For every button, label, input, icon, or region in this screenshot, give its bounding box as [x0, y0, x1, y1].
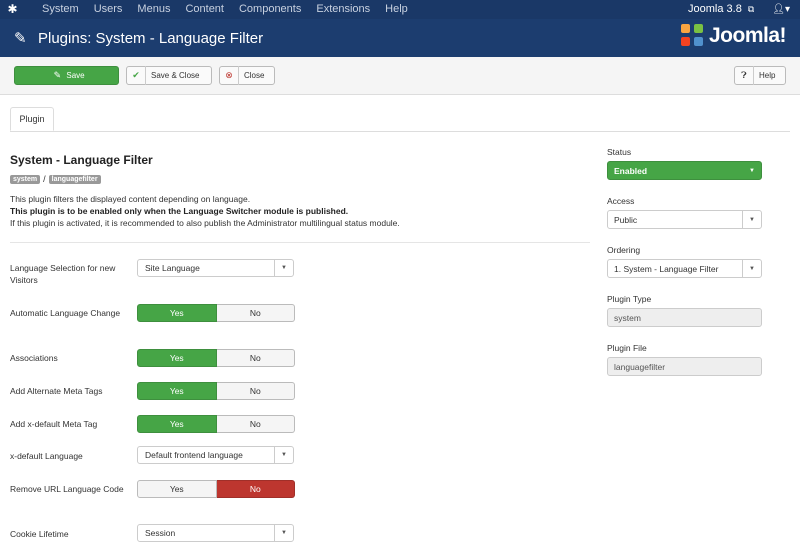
remove-url-code-toggle: Yes No: [137, 480, 295, 498]
alt-meta-toggle: Yes No: [137, 382, 295, 400]
menu-help[interactable]: Help: [385, 3, 408, 15]
description-line-1: This plugin filters the displayed conten…: [10, 194, 251, 204]
joomla-brand-icon: [680, 24, 705, 48]
question-icon: ❓︎: [741, 70, 747, 80]
cookie-label: Cookie Lifetime: [10, 529, 69, 539]
remove-url-code-yes[interactable]: Yes: [137, 480, 217, 498]
alt-meta-label: Add Alternate Meta Tags: [10, 386, 103, 396]
site-version-link[interactable]: Joomla 3.8: [688, 3, 742, 15]
auto-change-no[interactable]: No: [216, 304, 295, 322]
lang-selection-value: Site Language: [145, 263, 200, 273]
xdefault-lang-label: x-default Language: [10, 451, 83, 461]
admin-menu-bar: ✱ System Users Menus Content Components …: [0, 0, 800, 19]
access-label: Access: [607, 196, 635, 206]
xdefault-lang-value: Default frontend language: [145, 450, 243, 460]
save-button-label: Save: [66, 71, 85, 80]
description-line-3: If this plugin is activated, it is recom…: [10, 218, 400, 228]
description-line-2: This plugin is to be enabled only when t…: [10, 206, 349, 216]
xdefault-tag-yes[interactable]: Yes: [137, 415, 217, 433]
status-label: Status: [607, 147, 632, 157]
close-button[interactable]: ⊗ Close: [219, 66, 275, 85]
save-icon: ✎: [53, 70, 62, 80]
menu-users[interactable]: Users: [94, 3, 123, 15]
lang-selection-select[interactable]: Site Language ▼: [137, 259, 294, 277]
associations-yes[interactable]: Yes: [137, 349, 217, 367]
help-button[interactable]: ❓︎ Help: [734, 66, 786, 85]
plugin-description: This plugin filters the displayed conten…: [10, 193, 400, 229]
auto-change-toggle: Yes No: [137, 304, 295, 322]
ordering-value: 1. System - Language Filter: [614, 263, 719, 274]
plugin-title: System - Language Filter: [10, 153, 153, 167]
menu-content[interactable]: Content: [185, 3, 224, 15]
access-value: Public: [614, 214, 638, 225]
page-header: ✎ Plugins: System - Language Filter Joom…: [0, 19, 800, 57]
divider: [10, 242, 590, 243]
cookie-value: Session: [145, 528, 176, 538]
chevron-down-icon: ▼: [274, 260, 293, 276]
menu-components[interactable]: Components: [239, 3, 301, 15]
plugin-badges: system / languagefilter: [10, 174, 101, 184]
auto-change-label: Automatic Language Change: [10, 308, 121, 318]
associations-no[interactable]: No: [216, 349, 295, 367]
toolbar: ✎ Save ✔ Save & Close ⊗ Close ❓︎ Help: [0, 57, 800, 95]
xdefault-tag-label: Add x-default Meta Tag: [10, 419, 98, 429]
xdefault-tag-toggle: Yes No: [137, 415, 295, 433]
alt-meta-no[interactable]: No: [216, 382, 295, 400]
page-title: Plugins: System - Language Filter: [38, 30, 264, 47]
save-close-label: Save & Close: [151, 71, 200, 80]
folder-badge: system: [10, 174, 41, 184]
cookie-select[interactable]: Session ▼: [137, 524, 294, 542]
associations-toggle: Yes No: [137, 349, 295, 367]
associations-label: Associations: [10, 353, 58, 363]
chevron-down-icon: ▼: [749, 167, 755, 174]
plugin-file-field: languagefilter: [607, 357, 762, 376]
access-select[interactable]: Public ▼: [607, 210, 762, 229]
badge-separator: /: [43, 174, 46, 184]
joomla-logo-icon[interactable]: ✱: [6, 3, 19, 16]
plug-icon: ✎: [14, 30, 27, 47]
element-badge: languagefilter: [48, 174, 101, 184]
plugin-type-field: system: [607, 308, 762, 327]
plugin-file-label: Plugin File: [607, 343, 647, 353]
save-button[interactable]: ✎ Save: [14, 66, 119, 85]
menu-menus[interactable]: Menus: [137, 3, 170, 15]
help-button-label: Help: [759, 71, 776, 80]
external-link-icon: ⧉: [747, 3, 755, 14]
menu-extensions[interactable]: Extensions: [316, 3, 370, 15]
button-divider: [145, 66, 146, 85]
cancel-icon: ⊗: [225, 70, 233, 80]
xdefault-lang-select[interactable]: Default frontend language ▼: [137, 446, 294, 464]
chevron-down-icon: ▼: [274, 447, 293, 463]
ordering-label: Ordering: [607, 245, 641, 255]
checkmark-icon: ✔: [132, 70, 140, 80]
button-divider: [753, 66, 754, 85]
save-close-button[interactable]: ✔ Save & Close: [126, 66, 212, 85]
user-icon[interactable]: 👤︎▾: [772, 4, 790, 15]
remove-url-code-label: Remove URL Language Code: [10, 484, 124, 494]
chevron-down-icon: ▼: [742, 260, 761, 277]
lang-selection-label: Language Selection for new Visitors: [10, 263, 116, 285]
tab-bar: Plugin: [10, 107, 790, 132]
chevron-down-icon: ▼: [742, 211, 761, 228]
joomla-brand: Joomla!: [680, 24, 787, 48]
button-divider: [238, 66, 239, 85]
plugin-type-label: Plugin Type: [607, 294, 652, 304]
close-button-label: Close: [244, 71, 265, 80]
auto-change-yes[interactable]: Yes: [137, 304, 217, 322]
topnav-right: Joomla 3.8 ⧉ 👤︎▾: [688, 3, 790, 15]
tab-plugin[interactable]: Plugin: [10, 107, 54, 131]
xdefault-tag-no[interactable]: No: [216, 415, 295, 433]
status-value: Enabled: [614, 165, 648, 176]
remove-url-code-no[interactable]: No: [216, 480, 295, 498]
chevron-down-icon: ▼: [274, 525, 293, 541]
joomla-brand-text: Joomla!: [708, 24, 787, 47]
main-menu: System Users Menus Content Components Ex…: [42, 3, 423, 15]
ordering-select[interactable]: 1. System - Language Filter ▼: [607, 259, 762, 278]
status-select[interactable]: Enabled ▼: [607, 161, 762, 180]
menu-system[interactable]: System: [42, 3, 79, 15]
alt-meta-yes[interactable]: Yes: [137, 382, 217, 400]
